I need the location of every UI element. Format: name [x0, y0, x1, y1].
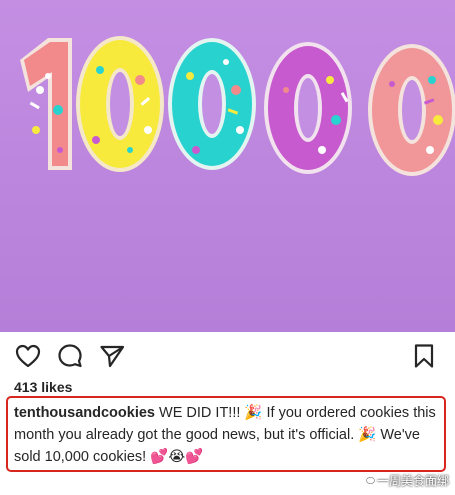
post-image[interactable] — [0, 0, 455, 332]
watermark: 一周美食面绑 — [361, 472, 449, 489]
cookie-digit-0-purple — [264, 42, 352, 174]
bookmark-icon[interactable] — [410, 342, 438, 370]
cookie-digit-0-yellow — [76, 36, 164, 172]
cookie-digit-0-teal — [168, 38, 256, 170]
share-icon[interactable] — [98, 342, 126, 370]
likes-count[interactable]: 413 likes — [14, 379, 72, 395]
cookie-digit-1 — [20, 38, 72, 170]
cookie-number-image — [20, 36, 455, 176]
post-caption: tenthousandcookies WE DID IT!!! 🎉 If you… — [6, 396, 446, 472]
caption-username[interactable]: tenthousandcookies — [14, 405, 155, 421]
watermark-text: 一周美食面绑 — [376, 474, 449, 488]
cookie-digit-0-pink — [368, 44, 455, 176]
post-actions-bar — [0, 332, 455, 380]
comment-icon[interactable] — [56, 342, 84, 370]
heart-icon[interactable] — [14, 342, 42, 370]
wechat-icon — [361, 473, 375, 488]
